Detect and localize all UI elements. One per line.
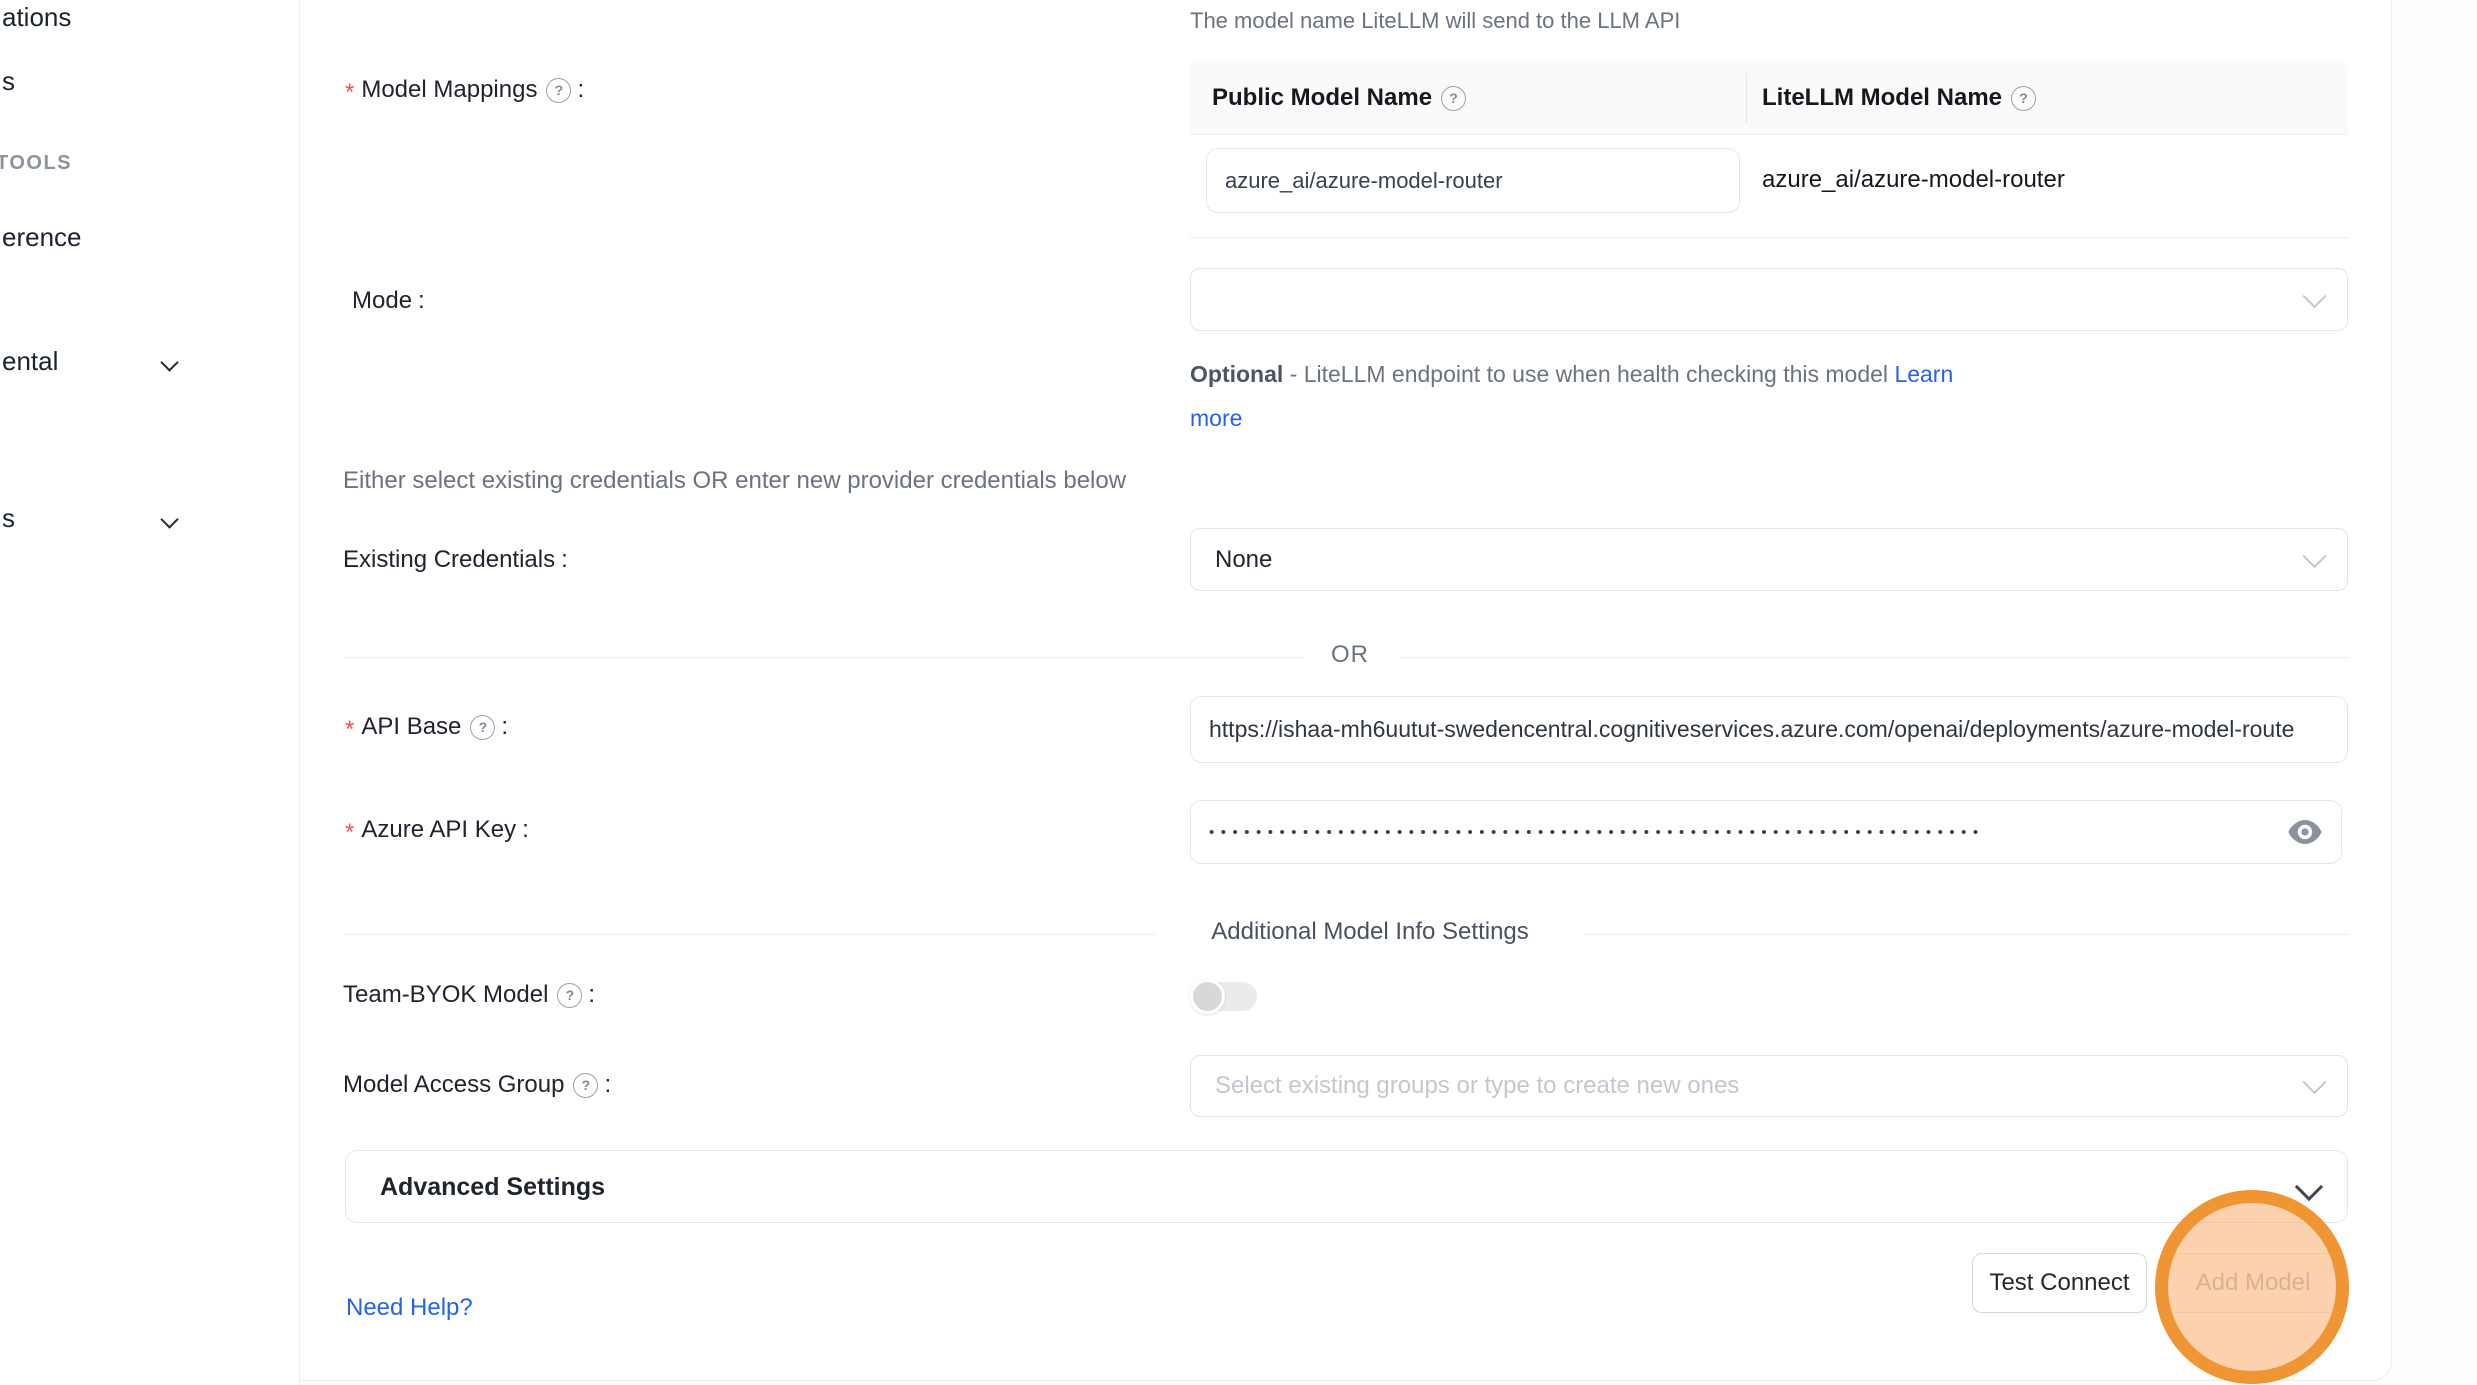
table-bottom-border bbox=[1190, 237, 2348, 238]
required-asterisk: * bbox=[345, 718, 354, 742]
credentials-note: Either select existing credentials OR en… bbox=[343, 467, 1126, 495]
azure-api-key-input[interactable]: ••••••••••••••••••••••••••••••••••••••••… bbox=[1190, 800, 2342, 864]
label-text: Existing Credentials bbox=[343, 546, 555, 574]
label-text: Azure API Key bbox=[361, 816, 516, 844]
add-model-button[interactable]: Add Model bbox=[2163, 1253, 2343, 1313]
sidebar-item-label: ental bbox=[2, 346, 58, 377]
chevron-down-icon bbox=[162, 354, 178, 370]
masked-password-value: ••••••••••••••••••••••••••••••••••••••••… bbox=[1209, 824, 2239, 841]
sidebar-item-label: ations bbox=[2, 2, 71, 33]
sidebar-item-s1[interactable]: s bbox=[2, 66, 15, 97]
label-text: Mode bbox=[352, 287, 412, 315]
existing-credentials-label: Existing Credentials : bbox=[343, 546, 568, 574]
label-colon: : bbox=[561, 546, 568, 574]
label-colon: : bbox=[588, 981, 595, 1009]
chevron-down-icon bbox=[2302, 544, 2326, 568]
model-mappings-label: * Model Mappings ? : bbox=[345, 76, 584, 104]
chevron-down-icon bbox=[162, 511, 178, 527]
model-name-helper-text: The model name LiteLLM will send to the … bbox=[1190, 8, 1680, 34]
or-divider-line-left bbox=[343, 657, 1303, 658]
help-icon[interactable]: ? bbox=[557, 983, 582, 1008]
label-colon: : bbox=[501, 713, 508, 741]
api-base-input[interactable] bbox=[1190, 696, 2348, 763]
column-header-public-model-name: Public Model Name ? bbox=[1212, 61, 1466, 135]
api-base-label: * API Base ? : bbox=[345, 713, 508, 741]
required-asterisk: * bbox=[345, 821, 354, 845]
existing-credentials-value: None bbox=[1215, 546, 1272, 574]
or-divider-text: OR bbox=[1331, 641, 1369, 669]
need-help-link[interactable]: Need Help? bbox=[346, 1294, 473, 1322]
sidebar-item-label: s bbox=[2, 503, 15, 534]
column-header-litellm-model-name: LiteLLM Model Name ? bbox=[1762, 61, 2036, 135]
additional-divider-text: Additional Model Info Settings bbox=[1155, 918, 1585, 946]
label-text: API Base bbox=[361, 713, 461, 741]
sidebar-item-ental[interactable]: ental bbox=[2, 346, 58, 377]
column-header-label: Public Model Name bbox=[1212, 84, 1432, 112]
help-icon[interactable]: ? bbox=[2011, 86, 2036, 111]
optional-text: - LiteLLM endpoint to use when health ch… bbox=[1283, 361, 1894, 387]
sidebar-section-tools: TOOLS bbox=[0, 152, 72, 175]
help-icon[interactable]: ? bbox=[546, 78, 571, 103]
column-divider bbox=[1746, 73, 1747, 123]
label-colon: : bbox=[418, 287, 425, 315]
chevron-down-icon bbox=[2295, 1173, 2323, 1201]
model-access-group-placeholder: Select existing groups or type to create… bbox=[1215, 1072, 1739, 1100]
label-text: Model Access Group bbox=[343, 1071, 564, 1099]
label-text: Team-BYOK Model bbox=[343, 981, 548, 1009]
public-model-name-input[interactable] bbox=[1206, 148, 1740, 213]
help-icon[interactable]: ? bbox=[573, 1073, 598, 1098]
mode-optional-note: Optional - LiteLLM endpoint to use when … bbox=[1190, 352, 2010, 440]
column-header-label: LiteLLM Model Name bbox=[1762, 84, 2002, 112]
sidebar-item-label: erence bbox=[2, 222, 82, 253]
sidebar-item-ations[interactable]: ations bbox=[2, 2, 71, 33]
team-byok-label: Team-BYOK Model ? : bbox=[343, 981, 595, 1009]
sidebar-item-erence[interactable]: erence bbox=[2, 222, 82, 253]
advanced-settings-panel[interactable]: Advanced Settings bbox=[345, 1150, 2348, 1223]
chevron-down-icon bbox=[2302, 284, 2326, 308]
sidebar-item-s2[interactable]: s bbox=[2, 503, 15, 534]
optional-bold: Optional bbox=[1190, 361, 1283, 387]
chevron-down-icon bbox=[2302, 1070, 2326, 1094]
mode-select[interactable] bbox=[1190, 268, 2348, 331]
sidebar-item-label: s bbox=[2, 66, 15, 97]
label-text: Model Mappings bbox=[361, 76, 537, 104]
or-divider-line-right bbox=[1400, 657, 2348, 658]
additional-divider-line-left bbox=[343, 934, 1155, 935]
advanced-settings-label: Advanced Settings bbox=[380, 1173, 605, 1202]
help-icon[interactable]: ? bbox=[470, 715, 495, 740]
existing-credentials-select[interactable]: None bbox=[1190, 528, 2348, 591]
additional-divider-line-right bbox=[1585, 934, 2348, 935]
label-colon: : bbox=[522, 816, 529, 844]
model-access-group-label: Model Access Group ? : bbox=[343, 1071, 611, 1099]
team-byok-toggle[interactable] bbox=[1193, 982, 1257, 1011]
toggle-knob bbox=[1190, 979, 1225, 1014]
sidebar: ations s TOOLS erence ental s bbox=[0, 0, 300, 1385]
label-colon: : bbox=[577, 76, 584, 104]
azure-api-key-label: * Azure API Key : bbox=[345, 816, 529, 844]
mode-label: Mode : bbox=[352, 287, 425, 315]
help-icon[interactable]: ? bbox=[1441, 86, 1466, 111]
add-model-page: ations s TOOLS erence ental s The model … bbox=[0, 0, 2477, 1385]
label-colon: : bbox=[604, 1071, 611, 1099]
required-asterisk: * bbox=[345, 81, 354, 105]
litellm-model-name-value: azure_ai/azure-model-router bbox=[1762, 166, 2065, 194]
test-connect-button[interactable]: Test Connect bbox=[1972, 1253, 2147, 1313]
model-access-group-select[interactable]: Select existing groups or type to create… bbox=[1190, 1055, 2348, 1117]
eye-icon[interactable] bbox=[2287, 819, 2323, 845]
sidebar-section-label: TOOLS bbox=[0, 152, 72, 174]
